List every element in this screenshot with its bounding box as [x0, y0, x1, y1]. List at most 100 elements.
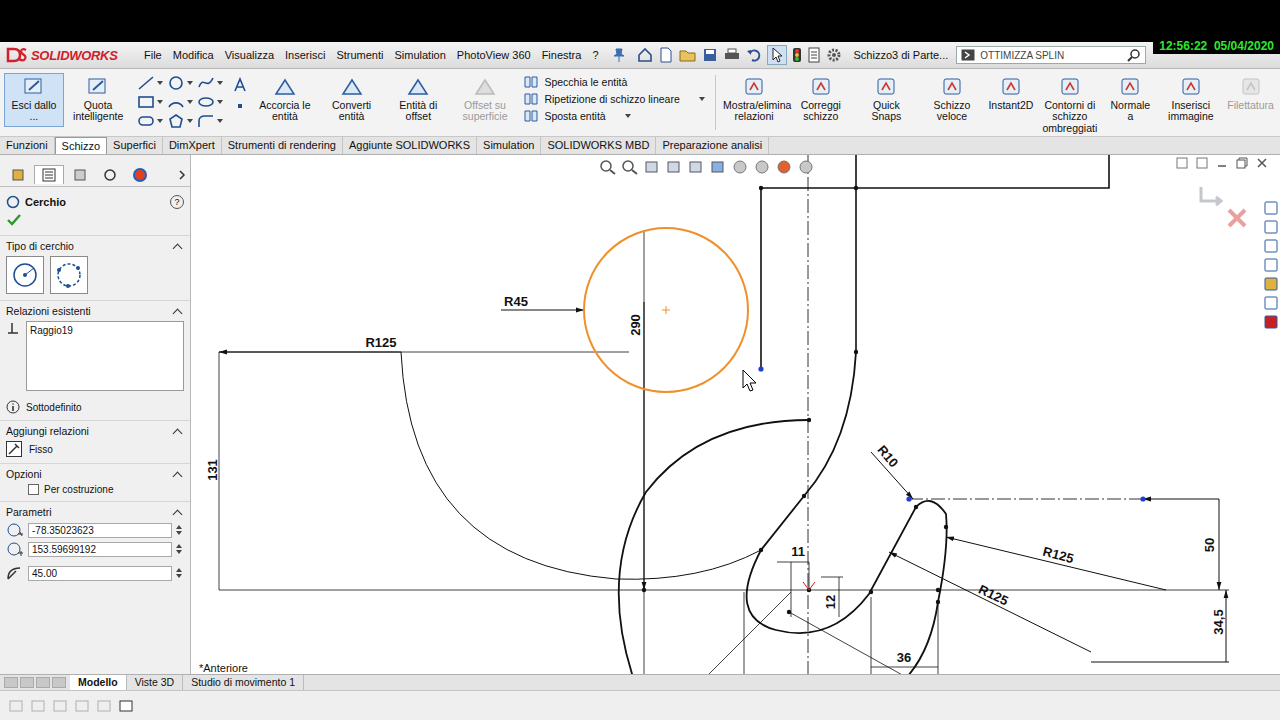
- dropdown-caret[interactable]: [157, 100, 163, 104]
- dimension-value[interactable]: 50: [1202, 538, 1217, 552]
- dropdown-caret[interactable]: [157, 119, 163, 123]
- previous-icon[interactable]: [1176, 157, 1188, 169]
- ribbon-button[interactable]: Esci dallo ...: [4, 73, 64, 127]
- model-tab[interactable]: Studio di movimento 1: [183, 675, 304, 690]
- dimension-arrow[interactable]: [889, 552, 1091, 652]
- command-tab[interactable]: Preparazione analisi: [656, 137, 769, 154]
- collapse-chevron[interactable]: [173, 471, 183, 481]
- dimension-value[interactable]: R125: [1041, 544, 1075, 567]
- menu-item[interactable]: Inserisci: [285, 49, 325, 61]
- panel-grip[interactable]: [0, 155, 190, 165]
- checkbox-row[interactable]: Per costruzione: [6, 484, 184, 495]
- sketch-point[interactable]: [936, 588, 940, 592]
- dimension-line[interactable]: [219, 352, 629, 590]
- pin-icon[interactable]: [613, 48, 625, 62]
- model-tab[interactable]: Viste 3D: [127, 675, 184, 690]
- menu-item[interactable]: Strumenti: [336, 49, 383, 61]
- dimension-line[interactable]: [871, 597, 938, 674]
- section-header[interactable]: Opzioni: [6, 468, 184, 484]
- sketch-entity-button[interactable]: [137, 113, 167, 129]
- sketch-point[interactable]: [914, 505, 918, 509]
- sketch-point[interactable]: [807, 418, 811, 422]
- home-icon[interactable]: [637, 47, 653, 63]
- task-pane-icon[interactable]: [1264, 277, 1278, 291]
- view-tool-icon[interactable]: [687, 159, 705, 175]
- ribbon-button[interactable]: Schizzo veloce: [920, 73, 985, 127]
- command-tab[interactable]: Schizzo: [55, 137, 108, 154]
- relations-list[interactable]: Raggio19: [26, 321, 184, 391]
- centerline[interactable]: [909, 499, 1143, 500]
- view-tool-icon[interactable]: [709, 159, 727, 175]
- file-properties-icon[interactable]: [807, 47, 821, 63]
- dropdown-caret[interactable]: [625, 114, 631, 118]
- help-button[interactable]: ?: [170, 195, 184, 209]
- ribbon-small-button[interactable]: Specchia le entità: [523, 75, 704, 89]
- sketch-point[interactable]: [854, 186, 858, 190]
- sketch-entity-button[interactable]: [197, 94, 227, 110]
- command-tab[interactable]: Funzioni: [0, 137, 55, 154]
- manager-tab[interactable]: [126, 166, 154, 184]
- dimension-arrow[interactable]: [501, 310, 584, 311]
- dropdown-caret[interactable]: [157, 81, 163, 85]
- command-search-field[interactable]: OTTIMIZZA SPLIN: [956, 46, 1146, 64]
- task-pane-icon[interactable]: [1264, 258, 1278, 272]
- dimension-value[interactable]: 34,5: [1211, 609, 1226, 634]
- sketch-entity-button[interactable]: [137, 75, 167, 91]
- dimension-arrow[interactable]: [644, 302, 645, 590]
- ribbon-button[interactable]: Contorni di schizzo ombreggiati: [1037, 73, 1102, 138]
- tab-scroll-button[interactable]: [36, 677, 50, 688]
- sketch-point[interactable]: [758, 366, 763, 371]
- construction-arc[interactable]: [401, 352, 761, 579]
- sketch-entity-button[interactable]: [137, 94, 167, 110]
- sketch-point[interactable]: [787, 610, 791, 614]
- collapse-chevron[interactable]: [173, 428, 183, 438]
- status-tool-icon[interactable]: [118, 699, 134, 713]
- ribbon-button[interactable]: Entità di offset: [386, 73, 451, 127]
- manager-tab[interactable]: [96, 166, 124, 184]
- parameter-field[interactable]: 153.59699192: [28, 542, 172, 557]
- ribbon-small-button[interactable]: Sposta entità: [523, 109, 704, 123]
- dropdown-caret[interactable]: [699, 97, 705, 101]
- ribbon-small-button[interactable]: Ripetizione di schizzo lineare: [523, 92, 704, 106]
- parameter-field[interactable]: -78.35023623: [28, 523, 172, 538]
- view-tool-icon[interactable]: [753, 159, 771, 175]
- ribbon-button[interactable]: Offset su superficie: [453, 73, 518, 127]
- dimension-arrow[interactable]: [1091, 590, 1229, 662]
- ribbon-button[interactable]: Filettatura: [1225, 73, 1276, 115]
- cancel-x-icon[interactable]: [1226, 207, 1248, 229]
- tab-scroll-button[interactable]: [20, 677, 34, 688]
- view-tool-icon[interactable]: [665, 159, 683, 175]
- point-icon[interactable]: [235, 101, 245, 111]
- ribbon-button[interactable]: Inserisci immagine: [1159, 73, 1224, 127]
- section-header[interactable]: Relazioni esistenti: [6, 305, 184, 321]
- next-icon[interactable]: [1196, 157, 1208, 169]
- status-tool-icon[interactable]: [96, 699, 112, 713]
- ribbon-button[interactable]: Mostra/elimina relazioni: [722, 73, 787, 127]
- dimension-arrow[interactable]: [219, 352, 401, 353]
- dimension-value[interactable]: R45: [504, 294, 528, 309]
- dimension-value[interactable]: 290: [628, 314, 643, 336]
- sketch-entity-button[interactable]: [167, 75, 197, 91]
- dimension-value[interactable]: R10: [874, 442, 901, 470]
- task-pane-icon[interactable]: [1264, 315, 1278, 329]
- dimension-arrow[interactable]: [946, 537, 1166, 590]
- spinner[interactable]: [176, 525, 184, 535]
- manager-tab[interactable]: [4, 166, 32, 184]
- section-header[interactable]: Tipo di cerchio: [6, 240, 184, 256]
- dropdown-caret[interactable]: [187, 81, 193, 85]
- collapse-chevron[interactable]: [173, 308, 183, 318]
- ribbon-button[interactable]: Converti entità: [319, 73, 384, 127]
- task-pane-icon[interactable]: [1264, 201, 1278, 215]
- restore-icon[interactable]: [1236, 157, 1248, 169]
- view-tool-icon[interactable]: [621, 159, 639, 175]
- close-icon[interactable]: [1256, 157, 1268, 169]
- sketch-point[interactable]: [936, 600, 940, 604]
- dimension-line[interactable]: [821, 577, 843, 617]
- circle-type-option[interactable]: [50, 256, 88, 294]
- dropdown-caret[interactable]: [217, 81, 223, 85]
- new-document-icon[interactable]: [658, 47, 674, 63]
- status-tool-icon[interactable]: [52, 699, 68, 713]
- undo-icon[interactable]: [746, 47, 762, 63]
- sketch-point[interactable]: [759, 186, 763, 190]
- search-icon[interactable]: [1127, 48, 1141, 62]
